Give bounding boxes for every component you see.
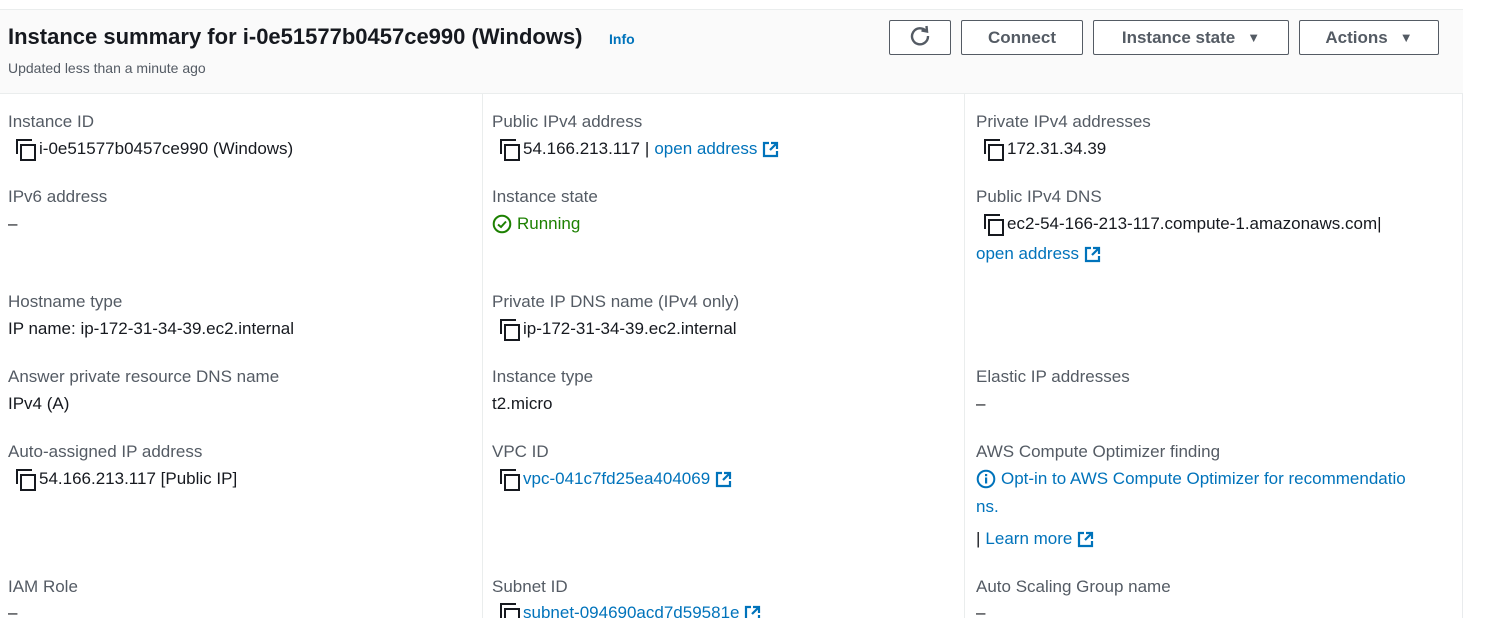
external-link-icon[interactable] [1084, 246, 1101, 263]
refresh-icon [909, 24, 931, 51]
separator: | [1377, 214, 1382, 233]
updated-status: Updated less than a minute ago [8, 60, 206, 76]
external-link-icon[interactable] [715, 471, 732, 488]
private-dns-label: Private IP DNS name (IPv4 only) [492, 292, 740, 311]
column-divider [482, 94, 483, 618]
answer-dns-value: IPv4 (A) [8, 394, 70, 413]
instance-state-value: Running [492, 214, 580, 234]
public-dns-label: Public IPv4 DNS [976, 187, 1102, 206]
top-spacer [0, 0, 1463, 9]
info-link[interactable]: Info [609, 31, 635, 47]
public-ipv4-text: 54.166.213.117 [523, 139, 640, 158]
copy-icon[interactable] [496, 319, 520, 341]
auto-ip-label: Auto-assigned IP address [8, 442, 203, 461]
vpc-id-value: vpc-041c7fd25ea404069 [496, 469, 732, 491]
optimizer-label: AWS Compute Optimizer finding [976, 442, 1221, 461]
external-link-icon[interactable] [744, 605, 761, 618]
copy-icon[interactable] [496, 139, 520, 161]
iam-role-value: – [8, 603, 18, 618]
answer-dns-label: Answer private resource DNS name [8, 367, 280, 386]
vpc-id-label: VPC ID [492, 442, 549, 461]
external-link-icon[interactable] [1077, 531, 1094, 548]
instance-id-label: Instance ID [8, 112, 94, 131]
running-status: Running [517, 214, 581, 233]
ipv6-label: IPv6 address [8, 187, 108, 206]
external-link-icon[interactable] [762, 141, 779, 158]
caret-down-icon: ▼ [1399, 30, 1413, 45]
page-title: Instance summary for i-0e51577b0457ce990… [8, 24, 583, 49]
info-circle-icon [976, 469, 996, 489]
connect-button[interactable]: Connect [961, 20, 1083, 55]
actions-label: Actions [1325, 27, 1388, 47]
hostname-type-value: IP name: ip-172-31-34-39.ec2.internal [8, 319, 295, 338]
copy-icon[interactable] [12, 139, 36, 161]
column-divider [964, 94, 965, 618]
private-ipv4-value: 172.31.34.39 [980, 139, 1107, 161]
private-dns-value: ip-172-31-34-39.ec2.internal [496, 319, 737, 341]
public-dns-link-row: open address [976, 244, 1101, 264]
hostname-type-label: Hostname type [8, 292, 123, 311]
private-ipv4-text: 172.31.34.39 [1007, 139, 1107, 158]
elastic-ip-value: – [976, 394, 986, 413]
copy-icon[interactable] [496, 469, 520, 491]
instance-state-field-label: Instance state [492, 187, 598, 206]
public-dns-text: ec2-54-166-213-117.compute-1.amazonaws.c… [1007, 214, 1378, 233]
actions-dropdown[interactable]: Actions ▼ [1299, 20, 1439, 55]
open-address-link[interactable]: open address [976, 244, 1079, 264]
subnet-id-value: subnet-094690acd7d59581e [496, 603, 761, 618]
optimizer-optin-line2[interactable]: ns. [976, 497, 999, 517]
ipv6-value: – [8, 214, 18, 233]
auto-ip-text: 54.166.213.117 [Public IP] [39, 469, 238, 488]
instance-summary-panel: Instance summary for i-0e51577b0457ce990… [0, 0, 1463, 618]
iam-role-label: IAM Role [8, 577, 78, 596]
check-circle-icon [492, 214, 512, 234]
separator: | [644, 139, 650, 158]
instance-id-value: i-0e51577b0457ce990 (Windows) [12, 139, 294, 161]
learn-more-link[interactable]: Learn more [985, 529, 1072, 549]
auto-ip-value: 54.166.213.117 [Public IP] [12, 469, 238, 491]
optimizer-optin-link[interactable]: Opt-in to AWS Compute Optimizer for reco… [1001, 469, 1406, 489]
instance-state-label: Instance state [1121, 27, 1236, 47]
copy-icon[interactable] [496, 603, 520, 618]
instance-state-dropdown[interactable]: Instance state ▼ [1093, 20, 1289, 55]
public-ipv4-value: 54.166.213.117 | open address [496, 139, 779, 161]
private-ipv4-label: Private IPv4 addresses [976, 112, 1151, 131]
caret-down-icon: ▼ [1247, 30, 1261, 45]
instance-id-text: i-0e51577b0457ce990 (Windows) [39, 139, 294, 158]
summary-header: Instance summary for i-0e51577b0457ce990… [0, 9, 1463, 94]
copy-icon[interactable] [12, 469, 36, 491]
copy-icon[interactable] [980, 214, 1004, 236]
connect-button-label: Connect [988, 27, 1056, 47]
public-dns-value: ec2-54-166-213-117.compute-1.amazonaws.c… [980, 214, 1382, 236]
instance-type-label: Instance type [492, 367, 594, 386]
refresh-button[interactable] [889, 20, 951, 55]
optimizer-optin-row[interactable]: Opt-in to AWS Compute Optimizer for reco… [976, 469, 1406, 489]
instance-type-value: t2.micro [492, 394, 553, 413]
asg-name-value: – [976, 603, 986, 618]
open-address-link[interactable]: open address [654, 139, 757, 159]
learn-more-row: | Learn more [976, 529, 1094, 549]
copy-icon[interactable] [980, 139, 1004, 161]
vpc-id-link[interactable]: vpc-041c7fd25ea404069 [523, 469, 710, 489]
public-ipv4-label: Public IPv4 address [492, 112, 643, 131]
subnet-id-label: Subnet ID [492, 577, 568, 596]
elastic-ip-label: Elastic IP addresses [976, 367, 1130, 386]
asg-name-label: Auto Scaling Group name [976, 577, 1171, 596]
separator: | [976, 529, 981, 548]
private-dns-text: ip-172-31-34-39.ec2.internal [523, 319, 737, 338]
subnet-id-link[interactable]: subnet-094690acd7d59581e [523, 603, 739, 618]
